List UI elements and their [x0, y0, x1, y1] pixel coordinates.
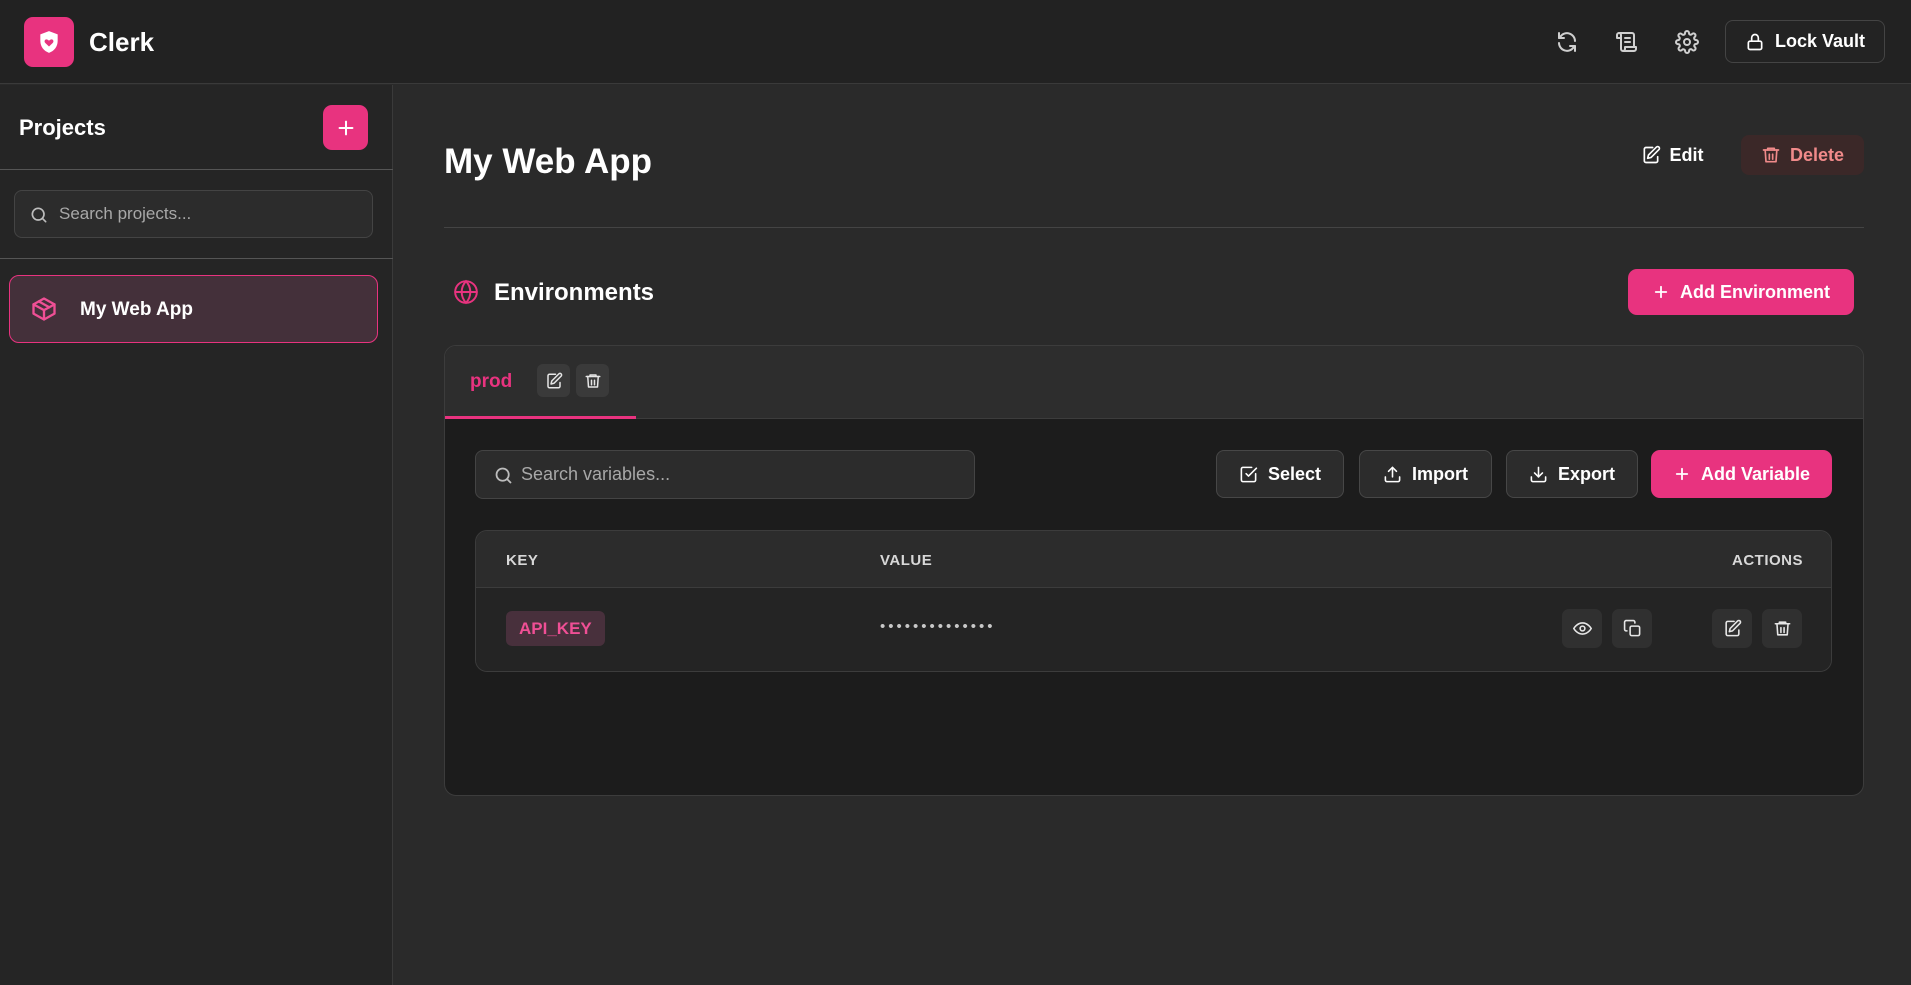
sidebar-title: Projects	[19, 115, 106, 140]
sidebar: Projects My Web App	[0, 85, 393, 985]
sidebar-header: Projects	[0, 85, 393, 170]
sidebar-item-label: My Web App	[80, 299, 193, 320]
search-icon	[495, 467, 512, 484]
app-logo	[24, 17, 74, 67]
environment-panel: prod Select Import	[444, 345, 1864, 796]
edit-icon	[1643, 145, 1660, 164]
edit-environment-button[interactable]	[537, 364, 570, 397]
plus-icon	[1654, 285, 1668, 299]
trash-icon	[1762, 147, 1780, 163]
copy-icon	[1623, 619, 1640, 637]
select-button[interactable]: Select	[1216, 450, 1344, 498]
globe-icon	[454, 279, 478, 305]
tab-prod[interactable]: prod	[445, 346, 636, 419]
select-label: Select	[1267, 463, 1322, 484]
column-header-value: VALUE	[880, 552, 933, 569]
delete-label: Delete	[1789, 144, 1845, 165]
app-title: Clerk	[89, 27, 155, 57]
add-environment-button[interactable]: Add Environment	[1628, 269, 1854, 315]
audit-log-icon	[1616, 32, 1637, 52]
lock-vault-label: Lock Vault	[1774, 31, 1866, 51]
project-search-input[interactable]	[59, 191, 359, 237]
page-title: My Web App	[444, 142, 653, 181]
download-icon	[1530, 466, 1547, 482]
search-icon	[31, 207, 47, 223]
lock-vault-button[interactable]: Lock Vault	[1725, 20, 1885, 63]
refresh-icon	[1558, 32, 1576, 52]
eye-icon	[1572, 622, 1592, 635]
refresh-button[interactable]	[1552, 27, 1582, 57]
environments-heading: Environments	[494, 279, 655, 306]
edit-project-button[interactable]: Edit	[1630, 135, 1714, 175]
edit-icon	[1724, 619, 1741, 637]
plus-icon	[338, 120, 353, 135]
upload-icon	[1384, 466, 1401, 482]
add-project-button[interactable]	[323, 105, 368, 150]
copy-value-button[interactable]	[1612, 609, 1652, 648]
settings-button[interactable]	[1672, 27, 1702, 57]
gear-icon	[1675, 30, 1699, 54]
column-header-key: KEY	[506, 552, 539, 569]
edit-label: Edit	[1669, 144, 1704, 165]
edit-icon	[546, 372, 562, 388]
tab-label: prod	[470, 371, 513, 392]
table-row: API_KEY ••••••••••••••	[476, 588, 1831, 671]
checkbox-icon	[1240, 466, 1258, 482]
delete-variable-button[interactable]	[1762, 609, 1802, 648]
plus-icon	[1675, 467, 1689, 481]
lock-icon	[1747, 33, 1763, 50]
variable-search-input[interactable]	[521, 451, 961, 498]
environment-tabs: prod	[445, 346, 1863, 419]
sidebar-divider	[0, 258, 393, 259]
import-label: Import	[1412, 463, 1468, 484]
title-divider	[444, 227, 1864, 228]
trash-icon	[585, 373, 600, 388]
project-search[interactable]	[14, 190, 373, 238]
column-header-actions: ACTIONS	[1732, 552, 1803, 569]
variable-key: API_KEY	[506, 611, 605, 646]
sidebar-item-my-web-app[interactable]: My Web App	[9, 275, 378, 343]
table-header: KEY VALUE ACTIONS	[476, 531, 1831, 588]
reveal-value-button[interactable]	[1562, 609, 1602, 648]
add-environment-label: Add Environment	[1679, 281, 1830, 302]
edit-variable-button[interactable]	[1712, 609, 1752, 648]
export-button[interactable]: Export	[1506, 450, 1638, 498]
delete-project-button[interactable]: Delete	[1741, 135, 1864, 175]
export-label: Export	[1557, 463, 1615, 484]
shield-heart-icon	[40, 31, 58, 53]
trash-icon	[1774, 621, 1790, 636]
variable-search[interactable]	[475, 450, 975, 499]
variable-value-masked: ••••••••••••••	[880, 618, 996, 635]
variables-table: KEY VALUE ACTIONS API_KEY ••••••••••••••	[475, 530, 1832, 672]
add-variable-label: Add Variable	[1700, 463, 1811, 484]
package-icon	[32, 297, 56, 321]
delete-environment-button[interactable]	[576, 364, 609, 397]
import-button[interactable]: Import	[1359, 450, 1492, 498]
audit-log-button[interactable]	[1612, 27, 1642, 57]
add-variable-button[interactable]: Add Variable	[1651, 450, 1832, 498]
top-header: Clerk Lock Vault	[0, 0, 1911, 84]
